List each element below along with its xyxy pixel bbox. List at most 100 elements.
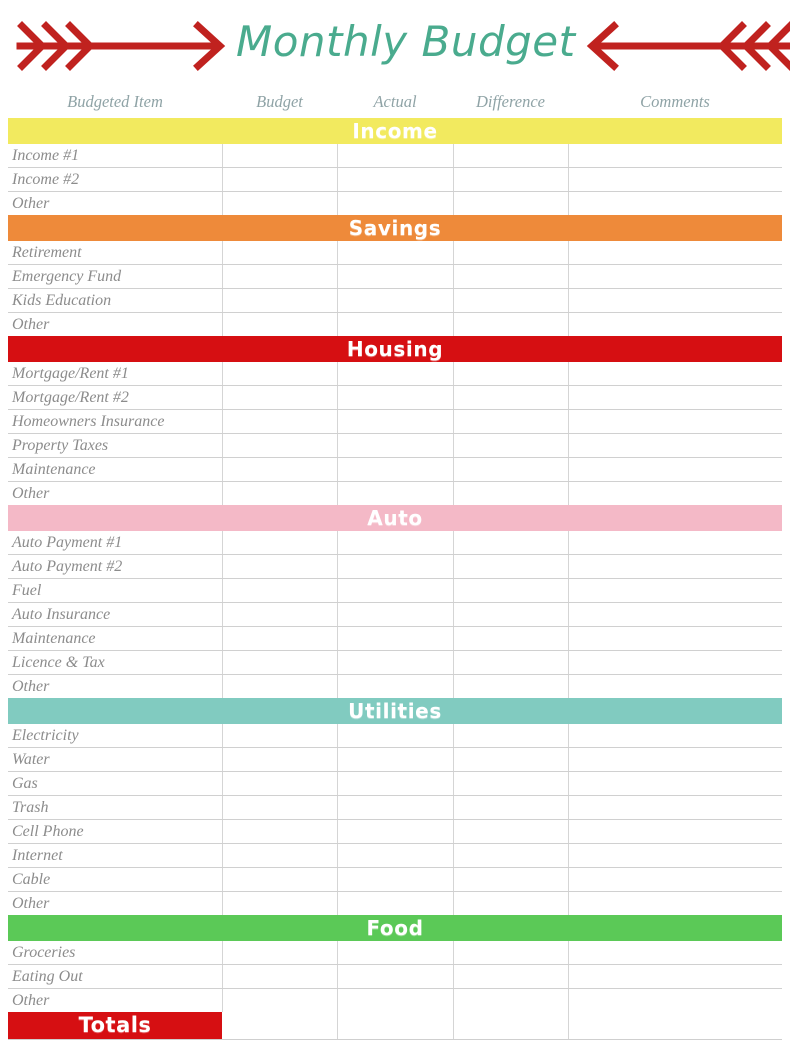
cell-actual[interactable] [337,819,454,844]
cell-budget[interactable] [222,626,338,651]
totals-cell-actual[interactable] [337,1012,454,1040]
cell-comments[interactable] [568,385,782,410]
table-row[interactable]: Other [8,481,782,505]
table-row[interactable]: Cell Phone [8,819,782,844]
cell-difference[interactable] [453,578,569,603]
cell-budget[interactable] [222,554,338,579]
table-row[interactable]: Maintenance [8,626,782,651]
cell-difference[interactable] [453,433,569,458]
cell-actual[interactable] [337,481,454,505]
cell-budget[interactable] [222,747,338,772]
cell-difference[interactable] [453,457,569,482]
cell-budget[interactable] [222,891,338,915]
cell-difference[interactable] [453,362,569,386]
table-row[interactable]: Mortgage/Rent #1 [8,362,782,386]
cell-actual[interactable] [337,626,454,651]
cell-budget[interactable] [222,795,338,820]
cell-comments[interactable] [568,843,782,868]
cell-comments[interactable] [568,554,782,579]
cell-difference[interactable] [453,867,569,892]
cell-budget[interactable] [222,724,338,748]
cell-budget[interactable] [222,843,338,868]
cell-actual[interactable] [337,771,454,796]
totals-cell-difference[interactable] [453,1012,569,1040]
cell-budget[interactable] [222,362,338,386]
cell-comments[interactable] [568,674,782,698]
cell-actual[interactable] [337,433,454,458]
cell-budget[interactable] [222,941,338,965]
cell-comments[interactable] [568,626,782,651]
cell-budget[interactable] [222,771,338,796]
cell-difference[interactable] [453,409,569,434]
table-row[interactable]: Kids Education [8,288,782,313]
cell-actual[interactable] [337,795,454,820]
table-row[interactable]: Fuel [8,578,782,603]
cell-comments[interactable] [568,433,782,458]
cell-difference[interactable] [453,843,569,868]
cell-actual[interactable] [337,650,454,675]
cell-actual[interactable] [337,288,454,313]
cell-comments[interactable] [568,941,782,965]
cell-actual[interactable] [337,264,454,289]
cell-difference[interactable] [453,771,569,796]
cell-comments[interactable] [568,481,782,505]
cell-comments[interactable] [568,191,782,215]
cell-actual[interactable] [337,457,454,482]
cell-comments[interactable] [568,531,782,555]
table-row[interactable]: Other [8,988,782,1012]
cell-difference[interactable] [453,724,569,748]
cell-comments[interactable] [568,795,782,820]
table-row[interactable]: Emergency Fund [8,264,782,289]
cell-actual[interactable] [337,409,454,434]
cell-actual[interactable] [337,747,454,772]
table-row[interactable]: Income #2 [8,167,782,192]
cell-comments[interactable] [568,144,782,168]
cell-difference[interactable] [453,795,569,820]
table-row[interactable]: Groceries [8,941,782,965]
cell-difference[interactable] [453,674,569,698]
totals-cell-comments[interactable] [568,1012,782,1040]
cell-budget[interactable] [222,457,338,482]
cell-comments[interactable] [568,891,782,915]
table-row[interactable]: Electricity [8,724,782,748]
cell-comments[interactable] [568,288,782,313]
totals-cell-budget[interactable] [222,1012,338,1040]
cell-budget[interactable] [222,602,338,627]
cell-actual[interactable] [337,191,454,215]
cell-difference[interactable] [453,891,569,915]
cell-comments[interactable] [568,264,782,289]
cell-budget[interactable] [222,867,338,892]
cell-budget[interactable] [222,988,338,1012]
cell-difference[interactable] [453,650,569,675]
cell-actual[interactable] [337,867,454,892]
cell-comments[interactable] [568,602,782,627]
cell-actual[interactable] [337,843,454,868]
table-row[interactable]: Retirement [8,241,782,265]
table-row[interactable]: Internet [8,843,782,868]
cell-difference[interactable] [453,531,569,555]
table-row[interactable]: Licence & Tax [8,650,782,675]
cell-budget[interactable] [222,964,338,989]
cell-difference[interactable] [453,602,569,627]
cell-comments[interactable] [568,819,782,844]
cell-actual[interactable] [337,602,454,627]
cell-actual[interactable] [337,674,454,698]
cell-actual[interactable] [337,724,454,748]
cell-budget[interactable] [222,481,338,505]
cell-difference[interactable] [453,167,569,192]
cell-difference[interactable] [453,554,569,579]
table-row[interactable]: Mortgage/Rent #2 [8,385,782,410]
cell-difference[interactable] [453,241,569,265]
table-row[interactable]: Other [8,891,782,915]
cell-budget[interactable] [222,433,338,458]
cell-budget[interactable] [222,674,338,698]
cell-difference[interactable] [453,941,569,965]
cell-actual[interactable] [337,964,454,989]
cell-budget[interactable] [222,191,338,215]
table-row[interactable]: Other [8,312,782,336]
cell-comments[interactable] [568,964,782,989]
table-row[interactable]: Eating Out [8,964,782,989]
table-row[interactable]: Cable [8,867,782,892]
cell-difference[interactable] [453,264,569,289]
cell-comments[interactable] [568,650,782,675]
